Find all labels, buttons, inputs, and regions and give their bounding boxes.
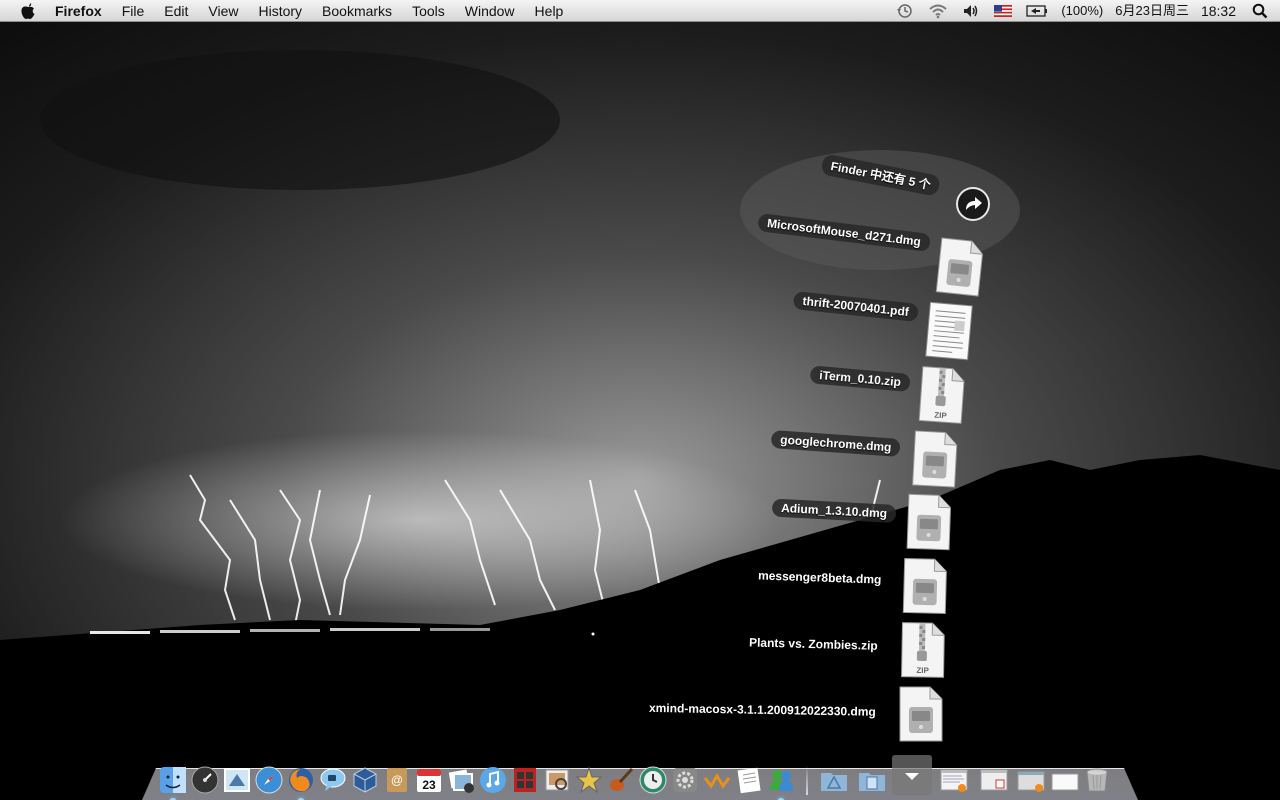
- menu-tools[interactable]: Tools: [402, 0, 455, 22]
- iphoto-icon[interactable]: [446, 765, 476, 795]
- trash-icon[interactable]: [1082, 765, 1112, 795]
- time-machine-icon[interactable]: [638, 765, 668, 795]
- address-book-icon[interactable]: @: [382, 765, 412, 795]
- svg-text:@: @: [391, 773, 403, 787]
- finder-icon[interactable]: [158, 765, 188, 800]
- window-thumb-4[interactable]: [1050, 765, 1080, 795]
- zip-file-icon[interactable]: ZIP: [917, 364, 967, 425]
- menu-edit[interactable]: Edit: [154, 0, 198, 22]
- dock: @ 23: [158, 755, 1114, 800]
- desktop-wallpaper: [0, 0, 1280, 800]
- messenger-icon[interactable]: [766, 765, 796, 800]
- ical-icon[interactable]: 23: [414, 765, 444, 795]
- svg-text:ZIP: ZIP: [934, 411, 948, 421]
- svg-text:ZIP: ZIP: [916, 666, 929, 675]
- us-flag-input-icon[interactable]: [987, 0, 1019, 22]
- dmg-file-icon[interactable]: [934, 236, 986, 298]
- menu-help[interactable]: Help: [525, 0, 574, 22]
- apple-menu-icon[interactable]: [17, 0, 39, 22]
- ichat-icon[interactable]: [318, 765, 348, 795]
- window-thumb-1[interactable]: [934, 765, 974, 795]
- dock-separator: [806, 765, 808, 795]
- preview-icon[interactable]: [542, 765, 572, 795]
- menu-history[interactable]: History: [248, 0, 312, 22]
- lightning-landscape-image: [0, 0, 1280, 800]
- safari-icon[interactable]: [254, 765, 284, 795]
- zip-file-icon[interactable]: ZIP: [899, 621, 946, 680]
- growl-icon[interactable]: [702, 765, 732, 795]
- garageband-icon[interactable]: [606, 765, 636, 795]
- dmg-file-icon[interactable]: [898, 685, 944, 743]
- imovie-icon[interactable]: [574, 765, 604, 795]
- applications-stack-icon[interactable]: [816, 765, 852, 795]
- window-thumb-2[interactable]: [976, 765, 1012, 795]
- firefox-icon[interactable]: [286, 765, 316, 800]
- time-machine-icon[interactable]: [889, 0, 921, 22]
- itunes-icon[interactable]: [478, 765, 508, 795]
- pdf-file-icon[interactable]: [924, 300, 975, 362]
- menu-bookmarks[interactable]: Bookmarks: [312, 0, 402, 22]
- ical-day: 23: [422, 778, 436, 792]
- open-in-finder-arrow-icon[interactable]: [956, 187, 990, 221]
- battery-percentage: (100%): [1061, 3, 1104, 18]
- volume-icon[interactable]: [955, 0, 987, 22]
- mail-stamp-icon[interactable]: [222, 765, 252, 795]
- stack-item-label[interactable]: Plants vs. Zombies.zip: [740, 633, 887, 655]
- menu-view[interactable]: View: [198, 0, 248, 22]
- wifi-icon[interactable]: [921, 0, 955, 22]
- menubar-clock[interactable]: 18:32: [1195, 0, 1242, 22]
- photo-booth-icon[interactable]: [510, 765, 540, 795]
- menu-file[interactable]: File: [112, 0, 155, 22]
- system-preferences-icon[interactable]: [670, 765, 700, 795]
- spotlight-icon[interactable]: [1242, 0, 1280, 22]
- textedit-icon[interactable]: [734, 765, 764, 795]
- menu-bar: Firefox File Edit View History Bookmarks…: [0, 0, 1280, 22]
- downloads-stack-icon[interactable]: [892, 755, 932, 795]
- dmg-file-icon[interactable]: [911, 429, 960, 489]
- battery-icon[interactable]: [1019, 0, 1055, 22]
- documents-stack-icon[interactable]: [854, 765, 890, 795]
- window-thumb-3[interactable]: [1014, 765, 1048, 795]
- dashboard-icon[interactable]: [190, 765, 220, 795]
- dmg-file-icon[interactable]: [901, 556, 949, 615]
- menubar-date[interactable]: 6月23日周三: [1109, 0, 1195, 22]
- menu-window[interactable]: Window: [455, 0, 525, 22]
- menu-app-name[interactable]: Firefox: [45, 0, 112, 22]
- virtualbox-icon[interactable]: [350, 765, 380, 795]
- dmg-file-icon[interactable]: [905, 492, 953, 552]
